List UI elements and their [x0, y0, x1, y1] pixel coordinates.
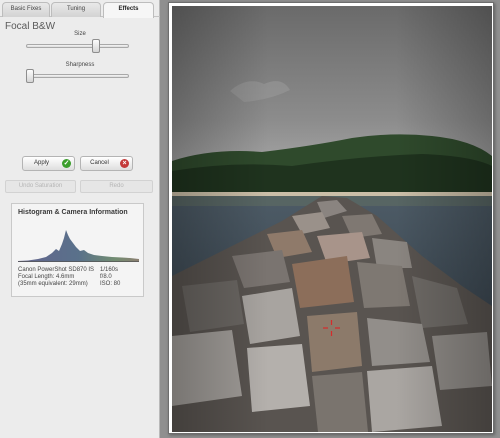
tab-tuning[interactable]: Tuning [51, 2, 101, 17]
x-icon: × [120, 159, 129, 168]
sharpness-slider[interactable] [26, 69, 129, 83]
apply-button[interactable]: Apply ✓ [22, 156, 75, 171]
apply-label: Apply [33, 160, 49, 166]
sharpness-slider-thumb[interactable] [26, 69, 35, 83]
aperture: f/8.0 [100, 274, 112, 280]
photo-preview [168, 2, 494, 434]
redo-button[interactable]: Redo [80, 180, 153, 193]
histogram-camera-info-box: Histogram & Camera Information Canon Pow… [11, 203, 144, 297]
focal-equivalent: (35mm equivalent: 29mm) [18, 281, 88, 287]
focal-length: Focal Length: 4.6mm [18, 274, 75, 280]
size-slider-thumb[interactable] [91, 39, 100, 53]
tab-basic-fixes[interactable]: Basic Fixes [2, 2, 50, 17]
check-icon: ✓ [62, 159, 71, 168]
cancel-label: Cancel [90, 160, 109, 166]
iso: ISO: 80 [100, 281, 121, 287]
size-slider[interactable] [26, 39, 129, 53]
undo-saturation-button[interactable]: Undo Saturation [5, 180, 76, 193]
effects-panel: Basic Fixes Tuning Effects Focal B&W Siz… [0, 0, 160, 438]
size-slider-label: Size [74, 31, 86, 37]
histogram-graph [18, 230, 139, 262]
jetty-photo [172, 6, 492, 432]
cancel-button[interactable]: Cancel × [80, 156, 133, 171]
camera-model: Canon PowerShot SD870 IS [18, 267, 95, 273]
shutter-speed: 1/160s [100, 267, 119, 273]
tab-bar: Basic Fixes Tuning Effects [0, 0, 160, 18]
tab-effects[interactable]: Effects [103, 2, 154, 18]
histogram-title: Histogram & Camera Information [18, 209, 128, 216]
camera-info-left: Canon PowerShot SD870 IS Focal Length: 4… [18, 267, 94, 288]
sharpness-slider-label: Sharpness [65, 62, 95, 68]
camera-info-right: 1/160s f/8.0 ISO: 80 [100, 267, 120, 288]
